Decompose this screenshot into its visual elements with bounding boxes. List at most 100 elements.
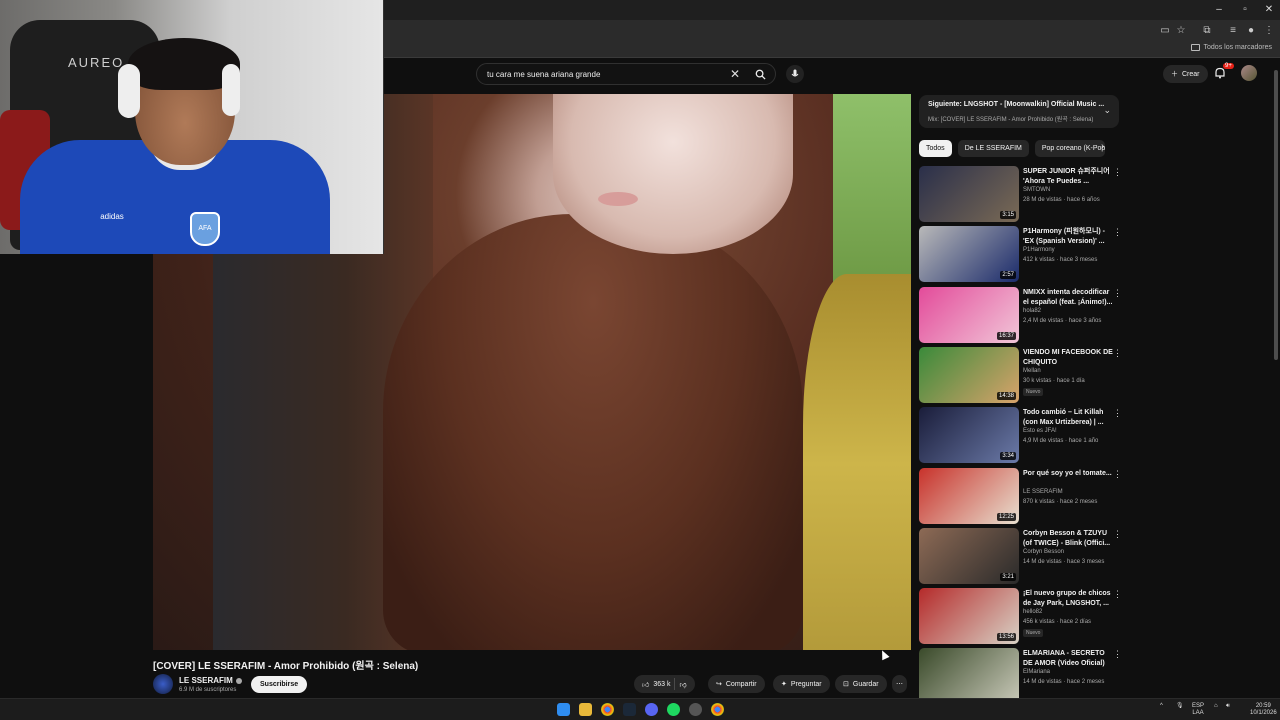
chip-all[interactable]: Todos bbox=[919, 140, 952, 157]
share-button[interactable]: ↪ Compartir bbox=[708, 675, 765, 693]
search-box[interactable]: tu cara me suena ariana grande ✕ bbox=[476, 63, 776, 85]
browser-menu-icon[interactable]: ⋮ bbox=[1262, 24, 1276, 38]
all-bookmarks[interactable]: Todos los marcadores bbox=[1190, 44, 1272, 51]
recommendation-title[interactable]: Todo cambió – Lit Killah (con Max Urtizb… bbox=[1023, 408, 1113, 428]
chevron-down-icon[interactable]: ⌄ bbox=[1103, 105, 1111, 116]
channel-avatar[interactable] bbox=[153, 674, 173, 694]
recommendation-channel[interactable]: LE SSERAFIM bbox=[1023, 489, 1063, 495]
dislike-button[interactable]: 👎︎ bbox=[679, 680, 686, 689]
more-options-icon[interactable]: ⋮ bbox=[1113, 167, 1122, 178]
create-label: Crear bbox=[1182, 70, 1200, 78]
more-options-icon[interactable]: ⋮ bbox=[1113, 227, 1122, 238]
recommendation-channel[interactable]: hola82 bbox=[1023, 308, 1041, 314]
recommendation-title[interactable]: Por qué soy yo el tomate... bbox=[1023, 469, 1113, 479]
recommendation-item[interactable]: 3:34 Todo cambió – Lit Killah (con Max Ur… bbox=[919, 407, 1124, 463]
channel-name[interactable]: LE SSERAFIM bbox=[179, 676, 242, 685]
recommendation-title[interactable]: NMIXX intenta decodificar el español (fe… bbox=[1023, 288, 1113, 308]
clear-search-icon[interactable]: ✕ bbox=[725, 67, 745, 81]
recommendation-channel[interactable]: Mellan bbox=[1023, 368, 1041, 374]
save-button[interactable]: ⊡ Guardar bbox=[835, 675, 887, 693]
steam-icon[interactable] bbox=[623, 703, 636, 716]
file-explorer-icon[interactable] bbox=[579, 703, 592, 716]
recommendation-channel[interactable]: P1Harmony bbox=[1023, 247, 1055, 253]
account-avatar[interactable] bbox=[1241, 65, 1257, 81]
recommendation-item[interactable]: 14:38 VIENDO MI FACEBOOK DE CHIQUITO Mella… bbox=[919, 347, 1124, 403]
video-thumbnail[interactable] bbox=[919, 648, 1019, 704]
search-button[interactable] bbox=[745, 64, 775, 84]
keyboard-language[interactable]: ESP LAA bbox=[1192, 703, 1204, 717]
more-options-icon[interactable]: ⋮ bbox=[1113, 649, 1122, 660]
recommendation-channel[interactable]: Esto es JFA! bbox=[1023, 428, 1057, 434]
thumbs-down-icon: 👎︎ bbox=[679, 681, 687, 689]
vpn-shield-icon[interactable]: ● bbox=[1244, 24, 1258, 38]
downloads-icon[interactable]: ≡ bbox=[1226, 24, 1240, 38]
recommendation-title[interactable]: SUPER JUNIOR 슈퍼주니어 'Ahora Te Puedes ... bbox=[1023, 167, 1113, 187]
more-options-icon[interactable]: ⋮ bbox=[1113, 589, 1122, 600]
chip-kpop[interactable]: Pop coreano (K-Pop) bbox=[1034, 140, 1105, 157]
more-options-icon[interactable]: ⋮ bbox=[1113, 469, 1122, 480]
like-button[interactable]: 👍︎ 363 k bbox=[642, 680, 670, 689]
recommendation-title[interactable]: Corbyn Besson & TZUYU (of TWICE) - Blink… bbox=[1023, 529, 1113, 549]
clock[interactable]: 20:59 10/1/2026 bbox=[1250, 703, 1277, 717]
duration-badge: 3:15 bbox=[1000, 211, 1016, 219]
volume-icon[interactable]: 🔊︎ bbox=[1226, 703, 1230, 710]
recommendation-meta: 412 k vistas · hace 3 meses bbox=[1023, 257, 1098, 263]
subscribe-button[interactable]: Suscribirse bbox=[251, 676, 308, 693]
video-thumbnail[interactable]: 14:38 bbox=[919, 347, 1019, 403]
video-thumbnail[interactable]: 3:34 bbox=[919, 407, 1019, 463]
voice-search-button[interactable] bbox=[786, 65, 804, 83]
video-thumbnail[interactable]: 3:21 bbox=[919, 528, 1019, 584]
recommendation-item[interactable]: 16:37 NMIXX intenta decodificar el españo… bbox=[919, 287, 1124, 343]
network-icon[interactable]: ⌂ bbox=[1214, 703, 1218, 710]
start-windows-icon[interactable] bbox=[557, 703, 570, 716]
chrome-active-icon[interactable] bbox=[711, 703, 724, 716]
shirt-badge: AFA bbox=[190, 212, 220, 246]
discord-icon[interactable] bbox=[645, 703, 658, 716]
recommendation-item[interactable]: 3:21 Corbyn Besson & TZUYU (of TWICE) - B… bbox=[919, 528, 1124, 584]
video-thumbnail[interactable]: 13:56 bbox=[919, 588, 1019, 644]
cast-icon[interactable]: ▭ bbox=[1158, 24, 1172, 38]
more-options-icon[interactable]: ⋮ bbox=[1113, 529, 1122, 540]
video-thumbnail[interactable]: 2:57 bbox=[919, 226, 1019, 282]
recommendation-meta: 4,9 M de vistas · hace 1 año bbox=[1023, 438, 1099, 444]
tray-mic-icon[interactable]: 🎙︎ bbox=[1176, 703, 1184, 710]
video-thumbnail[interactable]: 16:37 bbox=[919, 287, 1019, 343]
recommendation-item[interactable]: 3:15 SUPER JUNIOR 슈퍼주니어 'Ahora Te Puedes … bbox=[919, 166, 1124, 222]
recommendation-title[interactable]: VIENDO MI FACEBOOK DE CHIQUITO bbox=[1023, 348, 1113, 368]
recommendation-channel[interactable]: ElMariana bbox=[1023, 669, 1050, 675]
scrollbar-thumb[interactable] bbox=[1274, 70, 1278, 360]
more-actions-button[interactable]: ⋯ bbox=[892, 675, 907, 693]
spotify-icon[interactable] bbox=[667, 703, 680, 716]
chip-from-channel[interactable]: De LE SSERAFIM bbox=[957, 140, 1029, 157]
up-next-panel[interactable]: Siguiente: LNGSHOT - [Moonwalkin] Offici… bbox=[919, 95, 1119, 128]
recommendation-item[interactable]: ELMARIANA - SECRETO DE AMOR (Video Ofici… bbox=[919, 648, 1124, 704]
recommendation-item[interactable]: 2:57 P1Harmony (피원하모니) - 'EX (Spanish Ver… bbox=[919, 226, 1124, 282]
ask-button[interactable]: ✦ Preguntar bbox=[773, 675, 830, 693]
minimize-button[interactable]: – bbox=[1208, 2, 1230, 18]
recommendation-channel[interactable]: hello82 bbox=[1023, 609, 1042, 615]
more-options-icon[interactable]: ⋮ bbox=[1113, 348, 1122, 359]
chevron-right-icon[interactable]: › bbox=[1101, 141, 1104, 152]
tray-chevron-icon[interactable]: ^ bbox=[1160, 703, 1163, 710]
obs-icon[interactable] bbox=[689, 703, 702, 716]
recommendation-channel[interactable]: Corbyn Besson bbox=[1023, 549, 1064, 555]
maximize-button[interactable]: ▫ bbox=[1234, 2, 1256, 18]
extensions-icon[interactable]: ⧉ bbox=[1200, 24, 1214, 38]
recommendation-title[interactable]: ¡El nuevo grupo de chicos de Jay Park, L… bbox=[1023, 589, 1113, 609]
recommendation-item[interactable]: 12:25 Por qué soy yo el tomate... LE SSERA… bbox=[919, 468, 1124, 524]
more-options-icon[interactable]: ⋮ bbox=[1113, 408, 1122, 419]
close-window-button[interactable]: ✕ bbox=[1258, 2, 1280, 18]
create-button[interactable]: ＋ Crear bbox=[1163, 65, 1208, 83]
more-options-icon[interactable]: ⋮ bbox=[1113, 288, 1122, 299]
recommendation-item[interactable]: 13:56 ¡El nuevo grupo de chicos de Jay Pa… bbox=[919, 588, 1124, 644]
video-thumbnail[interactable]: 3:15 bbox=[919, 166, 1019, 222]
save-label: Guardar bbox=[852, 680, 879, 688]
bookmark-star-icon[interactable]: ☆ bbox=[1174, 24, 1188, 38]
recommendation-channel[interactable]: SMTOWN bbox=[1023, 187, 1050, 193]
video-thumbnail[interactable]: 12:25 bbox=[919, 468, 1019, 524]
search-input[interactable]: tu cara me suena ariana grande bbox=[477, 70, 725, 79]
chrome-icon[interactable] bbox=[601, 703, 614, 716]
recommendation-title[interactable]: ELMARIANA - SECRETO DE AMOR (Video Ofici… bbox=[1023, 649, 1113, 669]
video-frame-shape bbox=[598, 192, 638, 206]
recommendation-title[interactable]: P1Harmony (피원하모니) - 'EX (Spanish Version… bbox=[1023, 227, 1113, 247]
